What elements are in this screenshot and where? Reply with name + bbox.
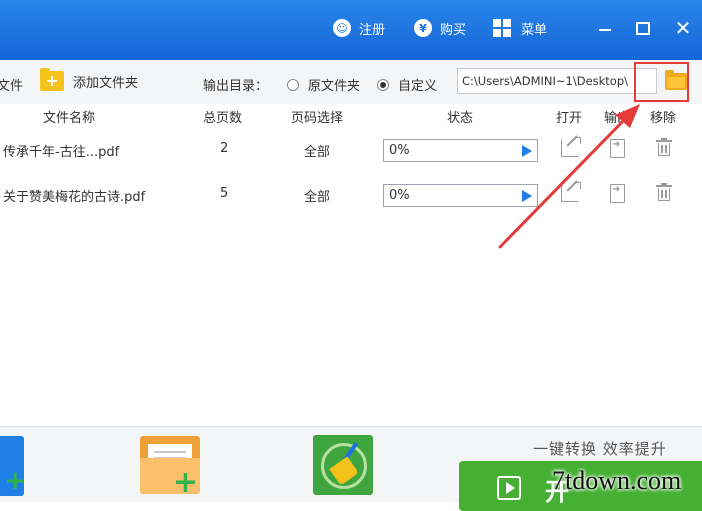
page-count: 2 xyxy=(220,141,229,156)
clear-list-icon[interactable] xyxy=(313,435,373,495)
col-status: 状态 xyxy=(447,111,474,126)
progress-text: 0% xyxy=(389,188,410,203)
radio-checked-icon xyxy=(377,78,389,91)
add-folder-label: 添加文件夹 xyxy=(73,75,139,91)
col-range: 页码选择 xyxy=(291,111,344,126)
page-count: 5 xyxy=(220,186,229,201)
output-icon[interactable] xyxy=(610,184,625,203)
radio-original-label: 原文件夹 xyxy=(308,79,361,94)
play-icon[interactable] xyxy=(522,145,532,157)
table-header: 文件名称 总页数 页码选择 状态 打开 输出 移除 xyxy=(0,104,702,128)
add-file-large-icon[interactable]: + xyxy=(0,436,26,496)
col-output: 输出 xyxy=(604,111,631,126)
open-external-icon[interactable] xyxy=(561,137,581,157)
play-icon xyxy=(497,476,521,500)
output-dir-label: 输出目录： xyxy=(203,79,269,94)
minimize-button[interactable] xyxy=(593,14,617,42)
radio-unchecked-icon xyxy=(287,78,299,91)
page-range[interactable]: 全部 xyxy=(304,141,330,160)
grid-icon xyxy=(493,19,511,37)
table-row[interactable]: 关于赞美梅花的古诗.pdf 5 全部 0% xyxy=(0,174,702,218)
maximize-button[interactable] xyxy=(631,14,655,42)
output-icon[interactable] xyxy=(610,139,625,158)
slogan-text: 一键转换 效率提升 xyxy=(533,440,667,458)
output-path-field[interactable]: C:\Users\ADMINI~1\Desktop\ xyxy=(457,68,657,94)
add-file-button[interactable]: 文件 xyxy=(0,75,23,94)
trash-icon[interactable] xyxy=(656,138,672,158)
minimize-icon xyxy=(599,29,611,31)
progress-bar: 0% xyxy=(383,139,538,162)
buy-label: 购买 xyxy=(440,22,467,38)
buy-button[interactable]: ¥ 购买 xyxy=(414,16,466,40)
col-filename: 文件名称 xyxy=(43,111,96,126)
file-name: 关于赞美梅花的古诗.pdf xyxy=(3,190,146,205)
add-folder-button[interactable]: + 添加文件夹 xyxy=(40,68,139,91)
maximize-icon xyxy=(636,21,650,35)
col-pages: 总页数 xyxy=(203,111,243,126)
register-label: 注册 xyxy=(359,22,386,38)
table-row[interactable]: 传承千年-古往...pdf 2 全部 0% xyxy=(0,129,702,173)
title-bar: ☺ 注册 ¥ 购买 菜单 ✕ xyxy=(0,0,702,60)
add-folder-large-icon[interactable]: + xyxy=(140,436,200,498)
radio-custom[interactable]: 自定义 xyxy=(377,75,437,94)
watermark: 7tdown.com xyxy=(552,466,682,495)
yen-icon: ¥ xyxy=(414,19,432,37)
folder-add-icon: + xyxy=(40,68,64,91)
page-range[interactable]: 全部 xyxy=(304,186,330,205)
user-icon: ☺ xyxy=(333,19,351,37)
highlight-box xyxy=(634,62,689,102)
col-remove: 移除 xyxy=(650,111,677,126)
trash-icon[interactable] xyxy=(656,183,672,203)
progress-text: 0% xyxy=(389,143,410,158)
open-external-icon[interactable] xyxy=(561,182,581,202)
file-name: 传承千年-古往...pdf xyxy=(3,145,120,160)
menu-button[interactable]: 菜单 xyxy=(493,16,547,40)
play-icon[interactable] xyxy=(522,190,532,202)
radio-custom-label: 自定义 xyxy=(398,79,438,94)
close-icon: ✕ xyxy=(674,16,692,40)
progress-bar: 0% xyxy=(383,184,538,207)
menu-label: 菜单 xyxy=(521,22,548,38)
register-button[interactable]: ☺ 注册 xyxy=(333,16,385,40)
radio-original-folder[interactable]: 原文件夹 xyxy=(287,75,360,94)
col-open: 打开 xyxy=(556,111,583,126)
close-button[interactable]: ✕ xyxy=(671,14,695,42)
